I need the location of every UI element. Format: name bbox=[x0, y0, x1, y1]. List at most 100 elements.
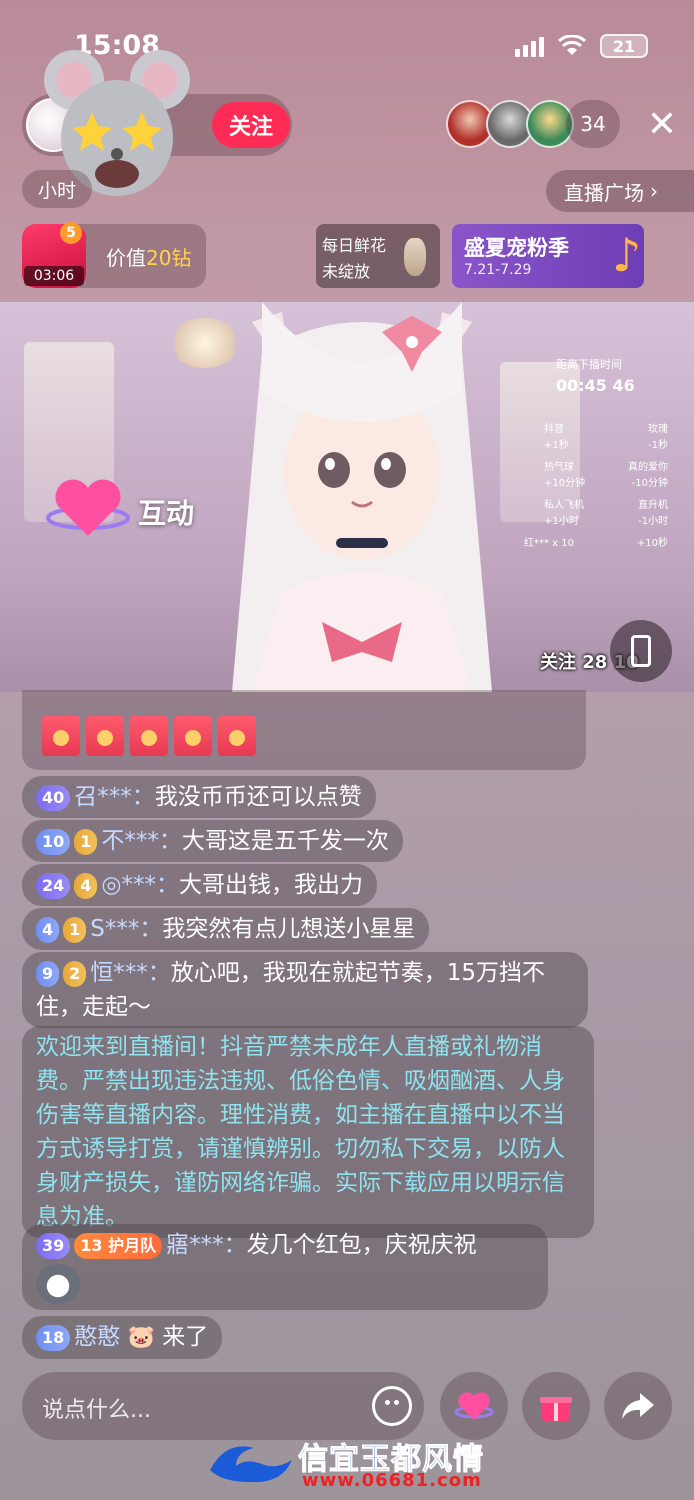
gift-value-pill[interactable]: 5 03:06 价值20钻 bbox=[22, 222, 206, 288]
scoreboard-cell: -10分钟 bbox=[631, 478, 668, 489]
chat-message[interactable]: 24 4 ◎***：大哥出钱，我出力 bbox=[22, 864, 377, 906]
rotate-screen-icon[interactable] bbox=[610, 620, 672, 682]
share-icon bbox=[622, 1393, 654, 1419]
red-packet-icon[interactable] bbox=[130, 716, 168, 756]
scoreboard-title: 距离下播时间 bbox=[556, 358, 622, 371]
scoreboard-time: 00:45 46 bbox=[556, 376, 635, 395]
live-plaza-button[interactable]: 直播广场 › bbox=[546, 170, 694, 212]
fan-club-level: 13 bbox=[80, 1235, 103, 1255]
chat-text: 发几个红包，庆祝庆祝 bbox=[246, 1232, 477, 1258]
close-icon[interactable]: ✕ bbox=[640, 102, 684, 146]
chat-message[interactable]: 4 1 S***：我突然有点儿想送小星星 bbox=[22, 908, 430, 950]
follow-button[interactable]: 关注 bbox=[212, 102, 290, 148]
season-date: 7.21-7.29 bbox=[464, 262, 532, 278]
scoreboard-cell: +1小时 bbox=[544, 516, 579, 527]
chat-text: 我突然有点儿想送小星星 bbox=[162, 916, 416, 942]
scoreboard-cell: +10秒 bbox=[636, 538, 668, 549]
daily-flower-card[interactable]: 每日鲜花 未绽放 bbox=[316, 224, 440, 288]
scoreboard-row: 抖音 玫瑰 bbox=[544, 420, 668, 435]
interact-label[interactable]: 互动 bbox=[138, 492, 194, 532]
scoreboard-cell: -1小时 bbox=[638, 516, 668, 527]
level-badge: 39 bbox=[36, 1232, 71, 1259]
chevron-right-icon: › bbox=[650, 179, 658, 203]
scoreboard-row: +1秒 -1秒 bbox=[544, 436, 668, 451]
red-packet-icon[interactable] bbox=[218, 716, 256, 756]
scoreboard-cell: 热气球 bbox=[544, 462, 574, 473]
summer-fan-season-card[interactable]: 盛夏宠粉季 7.21-7.29 ♪ bbox=[452, 224, 644, 288]
live-plaza-label: 直播广场 bbox=[564, 180, 644, 205]
level-badge: 40 bbox=[36, 784, 71, 811]
live-video[interactable]: 互动 距离下播时间 00:45 46 抖音 玫瑰 +1秒 -1秒 热气球 真的爱你 +… bbox=[0, 302, 694, 692]
chat-message[interactable]: 39 13 护月队 寤***：发几个红包，庆祝庆祝 bbox=[22, 1224, 548, 1310]
chat-text: 大哥出钱，我出力 bbox=[178, 872, 363, 898]
viewer-count[interactable]: 34 bbox=[566, 100, 620, 148]
heart-planet-icon bbox=[454, 1392, 494, 1420]
red-packet-icon[interactable] bbox=[174, 716, 212, 756]
flower-title: 每日鲜花 bbox=[322, 236, 387, 255]
fan-club-name: 护月队 bbox=[108, 1235, 157, 1255]
join-message[interactable]: 18 憨憨 🐷 来了 bbox=[22, 1316, 223, 1359]
gift-value-num: 20钻 bbox=[146, 246, 192, 270]
scoreboard-cell: +10分钟 bbox=[544, 478, 586, 489]
level-badge: 10 bbox=[36, 828, 71, 855]
wifi-icon bbox=[558, 35, 586, 55]
scoreboard-row: +10分钟 -10分钟 bbox=[544, 474, 668, 489]
chat-text: 大哥这是五千发一次 bbox=[181, 828, 389, 854]
chat-username[interactable]: S***： bbox=[90, 916, 162, 942]
scoreboard-row: 红*** x 10 +10秒 bbox=[524, 534, 668, 549]
chat-username[interactable]: 寤***： bbox=[166, 1232, 247, 1258]
gift-value-text: 价值20钻 bbox=[106, 242, 191, 271]
chat-message[interactable]: 10 1 不***：大哥这是五千发一次 bbox=[22, 820, 403, 862]
scoreboard-row: +1小时 -1小时 bbox=[544, 512, 668, 527]
scoreboard-row: 热气球 真的爱你 bbox=[544, 458, 668, 473]
site-watermark: 信宜玉都风情 www.06681.com bbox=[206, 1430, 490, 1494]
scoreboard-row: 私人飞机 直升机 bbox=[544, 496, 668, 511]
gift-button[interactable] bbox=[522, 1372, 590, 1440]
season-title: 盛夏宠粉季 bbox=[464, 236, 569, 260]
gift-icon bbox=[540, 1397, 572, 1421]
chat-username[interactable]: 憨憨 bbox=[74, 1324, 120, 1350]
signal-icon bbox=[515, 35, 544, 57]
red-packet-panel[interactable] bbox=[22, 690, 586, 770]
fan-club-badge: 13 护月队 bbox=[74, 1232, 163, 1259]
flower-status: 未绽放 bbox=[322, 262, 371, 281]
gift-value-prefix: 价值 bbox=[106, 246, 146, 270]
system-notice: 欢迎来到直播间！抖音严禁未成年人直播或礼物消费。严禁出现违法违规、低俗色情、吸烟… bbox=[22, 1026, 594, 1238]
fan-badge: 1 bbox=[63, 916, 87, 943]
chat-username[interactable]: 恒***： bbox=[90, 960, 171, 986]
emoji-icon[interactable] bbox=[372, 1386, 412, 1426]
countdown-scoreboard: 距离下播时间 00:45 46 抖音 玫瑰 +1秒 -1秒 热气球 真的爱你 +10分… bbox=[516, 356, 668, 606]
comment-placeholder: 说点什么... bbox=[42, 1398, 151, 1423]
chat-username[interactable]: 不***： bbox=[101, 828, 182, 854]
status-icons: 21 bbox=[515, 34, 648, 58]
level-badge: 18 bbox=[36, 1324, 71, 1351]
share-button[interactable] bbox=[604, 1372, 672, 1440]
chat-text: 我没币币还可以点赞 bbox=[154, 784, 362, 810]
red-packet-icon[interactable] bbox=[86, 716, 124, 756]
husky-sticker bbox=[36, 1264, 80, 1304]
viewer-avatars[interactable] bbox=[446, 100, 574, 148]
scoreboard-cell: 玫瑰 bbox=[648, 424, 668, 435]
chat-username[interactable]: ◎***： bbox=[101, 872, 179, 898]
gift-badge: 5 bbox=[60, 222, 82, 244]
wave-logo bbox=[210, 1446, 292, 1483]
chat-username[interactable]: 召***： bbox=[74, 784, 155, 810]
interact-heart-icon[interactable] bbox=[46, 474, 130, 544]
anchor-hour-rank[interactable]: 小时 bbox=[22, 170, 93, 208]
fan-badge: 4 bbox=[74, 872, 98, 899]
red-packet-icon[interactable] bbox=[42, 716, 80, 756]
join-text: 来了 bbox=[162, 1324, 209, 1350]
level-badge: 4 bbox=[36, 916, 60, 943]
battery-icon: 21 bbox=[600, 34, 648, 58]
vtuber-avatar bbox=[232, 302, 492, 692]
chat-message[interactable]: 40 召***：我没币币还可以点赞 bbox=[22, 776, 376, 818]
scoreboard-cell: 私人飞机 bbox=[544, 500, 584, 511]
scoreboard-cell: 红*** x 10 bbox=[524, 538, 574, 549]
tiktok-logo-icon: ♪ bbox=[612, 228, 642, 282]
scoreboard-cell: 直升机 bbox=[638, 500, 668, 511]
level-badge: 24 bbox=[36, 872, 71, 899]
chat-message[interactable]: 9 2 恒***：放心吧，我现在就起节奏，15万挡不住，走起～ bbox=[22, 952, 588, 1028]
fan-badge: 1 bbox=[74, 828, 98, 855]
gift-timer: 03:06 bbox=[24, 266, 84, 286]
scoreboard-cell: -1秒 bbox=[648, 440, 668, 451]
